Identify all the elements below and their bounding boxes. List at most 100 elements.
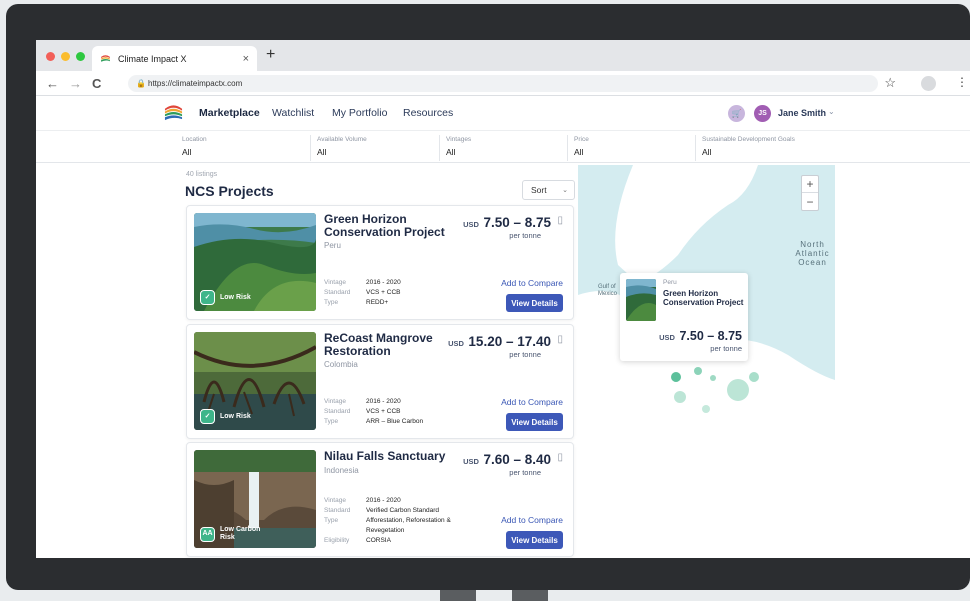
minimize-window-button[interactable] [61, 52, 70, 61]
project-meta: Vintage 2016 - 2020 Standard VCS + CCB Typ… [324, 397, 423, 427]
map-marker[interactable] [702, 405, 710, 413]
project-name[interactable]: Green Horizon Conservation Project [324, 213, 464, 239]
climate-impact-x-logo-icon[interactable] [164, 103, 183, 122]
price-currency: USD [448, 339, 464, 348]
filter-sdg[interactable]: Sustainable Development Goals All [695, 135, 895, 161]
meta-value: Verified Carbon Standard [366, 507, 439, 514]
bookmark-icon[interactable]: ▯ [557, 334, 563, 345]
add-to-compare-link[interactable]: Add to Compare [501, 515, 563, 525]
forward-icon[interactable]: → [69, 76, 82, 91]
lock-icon: 🔒 [136, 79, 146, 88]
project-image[interactable]: ✓ Low Risk [194, 213, 316, 311]
browser-tab-strip: Climate Impact X × + [36, 40, 970, 71]
risk-label: Low Risk [220, 293, 251, 301]
view-details-button[interactable]: View Details [506, 531, 563, 549]
map-marker[interactable] [694, 367, 702, 375]
chevron-down-icon[interactable]: ⌄ [828, 107, 835, 116]
leaf-icon: ✓ [200, 409, 215, 424]
zoom-in-button[interactable]: + [802, 176, 818, 193]
project-country: Peru [324, 241, 341, 250]
add-to-compare-link[interactable]: Add to Compare [501, 397, 563, 407]
filter-price[interactable]: Price All [567, 135, 695, 161]
user-avatar[interactable]: JS [754, 105, 771, 122]
risk-label: Low Carbon Risk [220, 526, 261, 541]
browser-profile-avatar[interactable] [921, 76, 936, 91]
filter-vintages[interactable]: Vintages All [439, 135, 567, 161]
meta-key: Type [324, 299, 339, 306]
price-range: USD 7.60 – 8.40 [463, 451, 551, 469]
project-markers [671, 367, 759, 413]
sort-dropdown[interactable]: Sort ⌄ [522, 180, 575, 200]
project-image[interactable]: AA Low Carbon Risk [194, 450, 316, 548]
map-marker[interactable] [674, 391, 686, 403]
project-country: Colombia [324, 360, 358, 369]
zoom-controls: + − [801, 175, 819, 211]
map-popup[interactable]: Peru Green Horizon Conservation Project … [620, 273, 748, 361]
filter-value: All [446, 147, 456, 157]
browser-tab[interactable]: Climate Impact X × [92, 46, 257, 71]
url-text: https://climateimpactx.com [148, 79, 243, 88]
user-name[interactable]: Jane Smith [778, 108, 826, 118]
project-image[interactable]: ✓ Low Risk [194, 332, 316, 430]
back-icon[interactable]: ← [46, 76, 59, 91]
map-marker[interactable] [727, 379, 749, 401]
cart-icon[interactable]: 🛒 [728, 105, 745, 122]
listing-count: 40 listings [186, 171, 218, 178]
bookmark-icon[interactable]: ▯ [557, 452, 563, 463]
meta-value: CORSIA [366, 537, 391, 544]
address-bar-row: ← → C 🔒 https://climateimpactx.com ☆ ⋮ [36, 71, 970, 96]
price-currency: USD [463, 457, 479, 466]
site-logo-icon [101, 55, 110, 62]
filter-bar: Location All Available Volume All Vintag… [36, 131, 970, 163]
map-panel[interactable]: + − North Atlantic Ocean Gulf of Mexico … [578, 165, 835, 558]
popup-project-name[interactable]: Green Horizon Conservation Project [663, 289, 745, 307]
meta-key: Standard [324, 507, 351, 514]
maximize-window-button[interactable] [76, 52, 85, 61]
browser-menu-icon[interactable]: ⋮ [956, 75, 968, 89]
project-name[interactable]: ReCoast Mangrove Restoration [324, 332, 464, 358]
filter-location[interactable]: Location All [176, 135, 308, 161]
view-details-button[interactable]: View Details [506, 294, 563, 312]
zoom-out-button[interactable]: − [802, 193, 818, 210]
popup-country: Peru [663, 279, 677, 286]
price-unit: per tonne [509, 231, 541, 240]
gulf-label: Gulf of Mexico [598, 284, 618, 297]
bookmark-icon[interactable]: ▯ [557, 215, 563, 226]
risk-label: Low Risk [220, 412, 251, 420]
leaf-icon: ✓ [200, 290, 215, 305]
map-marker[interactable] [749, 372, 759, 382]
meta-key: Vintage [324, 398, 346, 405]
reload-icon[interactable]: C [92, 76, 101, 91]
meta-key: Standard [324, 289, 351, 296]
meta-value: 2016 - 2020 [366, 279, 401, 286]
new-tab-button[interactable]: + [266, 46, 275, 64]
nav-marketplace[interactable]: Marketplace [199, 107, 260, 119]
project-name[interactable]: Nilau Falls Sanctuary [324, 450, 454, 463]
map-marker[interactable] [671, 372, 681, 382]
close-window-button[interactable] [46, 52, 55, 61]
meta-key: Type [324, 418, 339, 425]
add-to-compare-link[interactable]: Add to Compare [501, 278, 563, 288]
project-card[interactable]: AA Low Carbon Risk Nilau Falls Sanctuary… [186, 442, 574, 557]
map-marker[interactable] [710, 375, 716, 381]
risk-badge: AA Low Carbon Risk [200, 526, 264, 542]
project-card[interactable]: ✓ Low Risk Green Horizon Conservation Pr… [186, 205, 574, 320]
close-tab-icon[interactable]: × [243, 53, 249, 65]
bookmark-star-icon[interactable]: ☆ [884, 75, 896, 91]
meta-key: Vintage [324, 279, 346, 286]
view-details-button[interactable]: View Details [506, 413, 563, 431]
filter-available-volume[interactable]: Available Volume All [310, 135, 440, 161]
meta-value: Afforestation, Reforestation & Revegetat… [366, 517, 451, 534]
project-card[interactable]: ✓ Low Risk ReCoast Mangrove Restoration … [186, 324, 574, 439]
price-range: USD 7.50 – 8.75 [463, 214, 551, 232]
app-navbar: Marketplace Watchlist My Portfolio Resou… [36, 96, 970, 131]
nav-watchlist[interactable]: Watchlist [272, 107, 314, 119]
rating-aa-icon: AA [200, 526, 215, 542]
monitor-frame: Climate Impact X × + ← → C 🔒 https://cli… [6, 4, 970, 590]
meta-value: 2016 - 2020 [366, 497, 401, 504]
nav-resources[interactable]: Resources [403, 107, 453, 119]
filter-label: Available Volume [317, 136, 367, 143]
project-country: Indonesia [324, 466, 359, 475]
url-field[interactable]: 🔒 https://climateimpactx.com [128, 75, 878, 92]
nav-my-portfolio[interactable]: My Portfolio [332, 107, 387, 119]
